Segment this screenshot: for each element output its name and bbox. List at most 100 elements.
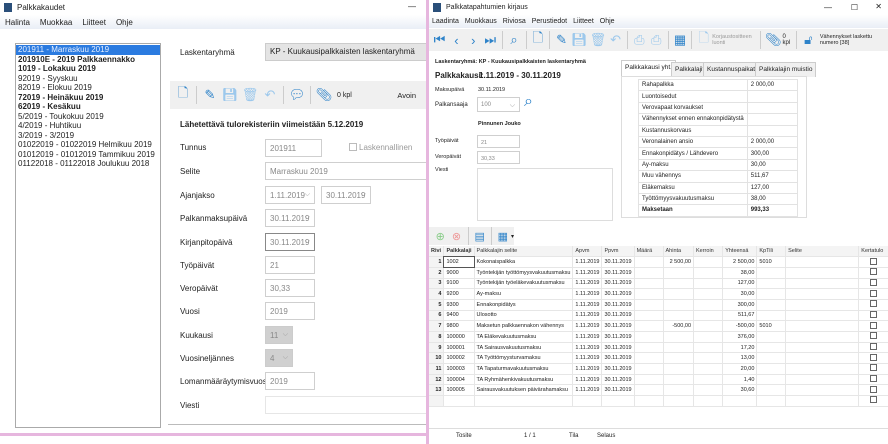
tab-3[interactable]: Palkkalajin muistio (755, 62, 817, 77)
cell-selite[interactable] (785, 278, 860, 290)
cell-kptili[interactable] (756, 374, 787, 386)
table-row[interactable] (429, 395, 888, 407)
cell-kptili[interactable] (756, 352, 787, 365)
cell-kerroin[interactable] (693, 395, 724, 407)
cell-apvm[interactable]: 1.11.2019 (572, 278, 603, 290)
cell-rivi[interactable]: 6 (429, 310, 445, 322)
cell-kerroin[interactable] (693, 278, 724, 290)
cell-yhteensä[interactable]: 300,00 (722, 299, 758, 311)
cell-ahinta[interactable]: 2 500,00 (663, 256, 695, 268)
period-list-item[interactable]: 92019 - Syyskuu (16, 74, 160, 84)
kertatulo-checkbox-cell[interactable] (858, 256, 888, 268)
correction-document-icon[interactable]: 🗋 (696, 30, 711, 49)
table-row[interactable]: 2 9000 Työntekijän työttömyysvakuutusmaksu… (429, 267, 888, 279)
cell-yhteensä[interactable]: 2 500,00 (722, 256, 758, 268)
cell-kptili[interactable] (756, 278, 787, 290)
table-row[interactable]: 11 100003 TA Tapaturmavakuutusmaksu 1.11.20… (429, 363, 888, 375)
cell-selite[interactable] (785, 267, 860, 279)
cell-palkkalajin selite[interactable]: TA Tapaturmavakuutusmaksu (474, 363, 574, 375)
save-icon[interactable]: 💾︎ (221, 86, 239, 104)
cell-yhteensä[interactable]: 376,00 (722, 331, 758, 343)
cell-rivi[interactable]: 1 (429, 256, 445, 268)
column-header[interactable]: Rivi (429, 246, 445, 258)
kertatulo-checkbox[interactable] (870, 268, 878, 276)
cell-ppvm[interactable]: 30.11.2019 (601, 310, 635, 322)
cell-apvm[interactable]: 1.11.2019 (572, 299, 603, 311)
period-list-item[interactable]: 4/2019 - Huhtikuu (16, 121, 160, 131)
cell-palkkalaji[interactable]: 9400 (443, 310, 475, 322)
kertatulo-checkbox[interactable] (870, 278, 878, 286)
table-row[interactable]: 6 9400 Ulosotto 1.11.2019 30.11.2019 511,67 (429, 310, 888, 322)
menu-ohje[interactable]: Ohje (600, 18, 615, 25)
cell-palkkalajin selite[interactable]: Ay-maksu (474, 288, 574, 300)
cell-kerroin[interactable] (693, 352, 724, 365)
cell-määrä[interactable] (634, 256, 664, 268)
attachment-paperclip-icon[interactable]: 📎︎ (765, 31, 782, 49)
cell-rivi[interactable] (429, 395, 445, 407)
cell-palkkalajin selite[interactable]: Ennakonpidätys (474, 299, 574, 311)
cell-palkkalaji[interactable]: 100001 (443, 342, 475, 354)
cell-palkkalaji[interactable]: 100004 (443, 374, 475, 386)
print-icon[interactable]: ⎙ (632, 31, 647, 49)
cell-kptili[interactable] (756, 331, 787, 343)
selite-input[interactable]: Marraskuu 2019 (265, 162, 426, 180)
search-employee-icon[interactable]: ⌕ (524, 93, 533, 111)
kertatulo-checkbox[interactable] (870, 364, 878, 372)
add-row-icon[interactable]: ⊕ (433, 227, 447, 245)
cell-palkkalaji[interactable]: 9300 (443, 299, 475, 311)
kertatulo-checkbox-cell[interactable] (858, 395, 888, 407)
cell-määrä[interactable] (634, 288, 664, 300)
tab-2[interactable]: Kustannuspaikat (703, 62, 760, 77)
cell-määrä[interactable] (634, 352, 664, 365)
kertatulo-checkbox[interactable] (870, 385, 878, 393)
loma-input[interactable]: 2019 (265, 372, 315, 390)
cell-kerroin[interactable] (693, 320, 724, 332)
menu-liitteet[interactable]: Liitteet (573, 18, 594, 25)
cell-ppvm[interactable]: 30.11.2019 (601, 384, 635, 397)
cell-ppvm[interactable]: 30.11.2019 (601, 278, 635, 290)
cell-kptili[interactable] (756, 288, 787, 300)
cell-selite[interactable] (785, 310, 860, 322)
viesti-input[interactable] (265, 396, 426, 414)
neljannes-select[interactable]: 4 (265, 349, 293, 367)
save-icon[interactable]: 💾︎ (571, 31, 588, 49)
cell-kptili[interactable] (756, 342, 787, 354)
viesti-textarea[interactable] (477, 168, 613, 221)
previous-record-icon[interactable]: ‹ (449, 31, 464, 49)
cell-selite[interactable] (785, 256, 860, 268)
cell-palkkalaji[interactable]: 9800 (443, 320, 475, 332)
kertatulo-checkbox-cell[interactable] (858, 352, 888, 365)
cell-selite[interactable] (785, 374, 860, 386)
grid-settings-icon[interactable]: ▤ (472, 227, 486, 245)
cell-ppvm[interactable]: 30.11.2019 (601, 363, 635, 375)
cell-palkkalaji[interactable]: 100003 (443, 363, 475, 375)
cell-ahinta[interactable] (663, 288, 695, 300)
menu-halinta[interactable]: Halinta (5, 18, 30, 27)
veropaivat-input[interactable]: 30,33 (477, 151, 520, 164)
cell-palkkalajin selite[interactable]: TA Työttömyysturvamaksu (474, 352, 574, 365)
cell-määrä[interactable] (634, 267, 664, 279)
laskennallinen-checkbox[interactable] (349, 143, 357, 151)
first-record-icon[interactable]: ⏮︎ (432, 31, 447, 49)
kertatulo-checkbox-cell[interactable] (858, 320, 888, 332)
cell-rivi[interactable]: 8 (429, 331, 445, 343)
attachment-paperclip-icon[interactable]: 📎︎ (315, 86, 333, 104)
period-list-item[interactable]: 72019 - Heinäkuu 2019 (16, 93, 160, 103)
cell-ahinta[interactable] (663, 374, 695, 386)
period-list-item[interactable]: 201910E - 2019 Palkkaennakko (16, 55, 160, 65)
cell-apvm[interactable]: 1.11.2019 (572, 352, 603, 365)
cell-kptili[interactable] (756, 363, 787, 375)
kertatulo-checkbox-cell[interactable] (858, 267, 888, 279)
maksupaiva-picker[interactable]: 30.11.2019 (265, 209, 315, 227)
cell-yhteensä[interactable]: 511,67 (722, 310, 758, 322)
delete-trash-icon[interactable]: 🗑︎ (241, 86, 259, 104)
cell-palkkalajin selite[interactable]: TA Eläkevakuutusmaksu (474, 331, 574, 343)
cell-selite[interactable] (785, 363, 860, 375)
maximize-button[interactable]: ☐ (851, 3, 858, 12)
minimize-button[interactable]: — (824, 3, 832, 12)
cell-määrä[interactable] (634, 299, 664, 311)
cell-kptili[interactable] (756, 299, 787, 311)
cell-kerroin[interactable] (693, 288, 724, 300)
table-row[interactable]: 10 100002 TA Työttömyysturvamaksu 1.11.2019… (429, 352, 888, 365)
column-header[interactable]: Yhteensä (722, 246, 758, 258)
